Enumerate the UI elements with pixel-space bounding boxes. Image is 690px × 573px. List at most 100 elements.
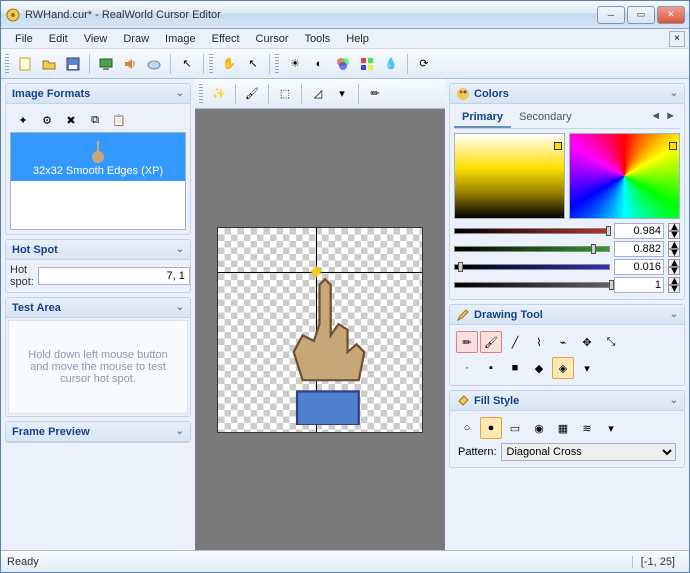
hotspot-input[interactable] [38,267,190,285]
format-list[interactable]: 32x32 Smooth Edges (XP) [10,132,186,230]
pattern-select[interactable]: Diagonal Cross [501,443,676,461]
tool-brush-icon[interactable]: 🖌 [480,331,502,353]
slider-track[interactable] [454,264,610,270]
wand-icon[interactable]: ✨ [208,83,230,105]
spinner[interactable]: ▲▼ [668,241,680,257]
slider-track[interactable] [454,228,610,234]
fill-style-header[interactable]: Fill Style ⌄ [450,391,684,411]
fill-radial-icon[interactable]: ◉ [528,417,550,439]
tool-line-icon[interactable]: ╱ [504,331,526,353]
cursor-icon[interactable]: ↖ [176,53,198,75]
close-button[interactable]: ✕ [657,6,685,24]
sound-icon[interactable] [119,53,141,75]
slider-value-input[interactable] [614,259,664,275]
palette-icon[interactable] [356,53,378,75]
menu-image[interactable]: Image [157,31,204,47]
image-formats-header[interactable]: Image Formats ⌄ [6,84,190,104]
tab-primary[interactable]: Primary [454,108,511,128]
colors-header[interactable]: Colors ⌄ [450,84,684,104]
format-item-label: 32x32 Smooth Edges (XP) [33,165,163,177]
next-icon[interactable]: ► [665,110,676,126]
size-options-icon[interactable]: ▾ [576,357,598,379]
menu-draw[interactable]: Draw [115,31,157,47]
pointer-icon[interactable]: ↖ [242,53,264,75]
maximize-button[interactable]: ▭ [627,6,655,24]
menu-edit[interactable]: Edit [41,31,76,47]
menu-tools[interactable]: Tools [297,31,339,47]
fmt-gear-icon[interactable]: ⚙ [36,109,58,131]
dropdown-icon[interactable]: ▾ [331,83,353,105]
slider-track[interactable] [454,282,610,288]
frame-preview-header[interactable]: Frame Preview ⌄ [6,422,190,442]
menu-cursor[interactable]: Cursor [248,31,297,47]
tool-polyline-icon[interactable]: ⌁ [552,331,574,353]
picker-handle[interactable] [669,142,677,150]
toolbar-grip-2[interactable] [209,54,213,74]
saturation-picker[interactable] [454,133,565,219]
prev-icon[interactable]: ◄ [650,110,661,126]
brush-icon[interactable]: 🖌 [241,83,263,105]
fmt-copy-icon[interactable]: ⧉ [84,109,106,131]
test-area-header[interactable]: Test Area ⌄ [6,298,190,318]
contrast-icon[interactable]: ◐ [308,53,330,75]
minimize-button[interactable]: ─ [597,6,625,24]
fmt-add-icon[interactable]: ✦ [12,109,34,131]
droplet-icon[interactable]: 💧 [380,53,402,75]
toolbar-grip[interactable] [199,84,203,104]
hotspot-panel: Hot Spot ⌄ Hot spot: [5,239,191,293]
fill-linear-icon[interactable]: ▭ [504,417,526,439]
fill-waves-icon[interactable]: ≋ [576,417,598,439]
hue-picker[interactable] [569,133,680,219]
select-icon[interactable]: ⬚ [274,83,296,105]
menu-effect[interactable]: Effect [204,31,248,47]
toolbar-grip[interactable] [5,54,9,74]
slider-track[interactable] [454,246,610,252]
spinner[interactable]: ▲▼ [668,259,680,275]
pencil-icon[interactable]: ✏ [364,83,386,105]
tool-curve-icon[interactable]: ⌇ [528,331,550,353]
cloud-icon[interactable] [143,53,165,75]
toolbar-grip-3[interactable] [275,54,279,74]
hand-icon[interactable]: ✋ [218,53,240,75]
slider-value-input[interactable] [614,241,664,257]
save-icon[interactable] [62,53,84,75]
tool-move-icon[interactable]: ✥ [576,331,598,353]
online-icon[interactable] [95,53,117,75]
refresh-icon[interactable]: ⟳ [413,53,435,75]
tool-pencil-icon[interactable]: ✏ [456,331,478,353]
tool-transform-icon[interactable]: ⤡ [600,331,622,353]
menu-view[interactable]: View [76,31,116,47]
fill-style-title: Fill Style [474,395,519,407]
format-item-selected[interactable]: 32x32 Smooth Edges (XP) [11,133,185,181]
picker-handle[interactable] [554,142,562,150]
menu-file[interactable]: File [7,31,41,47]
slider-value-input[interactable] [614,277,664,293]
fill-pattern-icon[interactable]: ▦ [552,417,574,439]
slider-value-input[interactable] [614,223,664,239]
size-3-icon[interactable]: ■ [504,357,526,379]
test-area-canvas[interactable]: Hold down left mouse button and move the… [8,320,188,414]
size-4-icon[interactable]: ◆ [528,357,550,379]
eraser-icon[interactable]: ◿ [307,83,329,105]
size-1-icon[interactable]: · [456,357,478,379]
fill-more-icon[interactable]: ▾ [600,417,622,439]
doc-close-button[interactable]: × [669,31,685,47]
open-icon[interactable] [38,53,60,75]
channels-icon[interactable] [332,53,354,75]
size-5-icon[interactable]: ◈ [552,357,574,379]
fmt-delete-icon[interactable]: ✖ [60,109,82,131]
size-2-icon[interactable]: ▪ [480,357,502,379]
fill-solid-icon[interactable]: ● [480,417,502,439]
brightness-icon[interactable]: ☀ [284,53,306,75]
spinner[interactable]: ▲▼ [668,223,680,239]
spinner[interactable]: ▲▼ [668,277,680,293]
tab-secondary[interactable]: Secondary [511,108,580,128]
menu-help[interactable]: Help [338,31,377,47]
window-title: RWHand.cur* - RealWorld Cursor Editor [25,9,597,21]
fmt-paste-icon[interactable]: 📋 [108,109,130,131]
fill-none-icon[interactable]: ○ [456,417,478,439]
canvas[interactable]: ✦ [217,227,423,433]
drawing-tool-header[interactable]: Drawing Tool ⌄ [450,305,684,325]
hotspot-header[interactable]: Hot Spot ⌄ [6,240,190,260]
new-icon[interactable] [14,53,36,75]
